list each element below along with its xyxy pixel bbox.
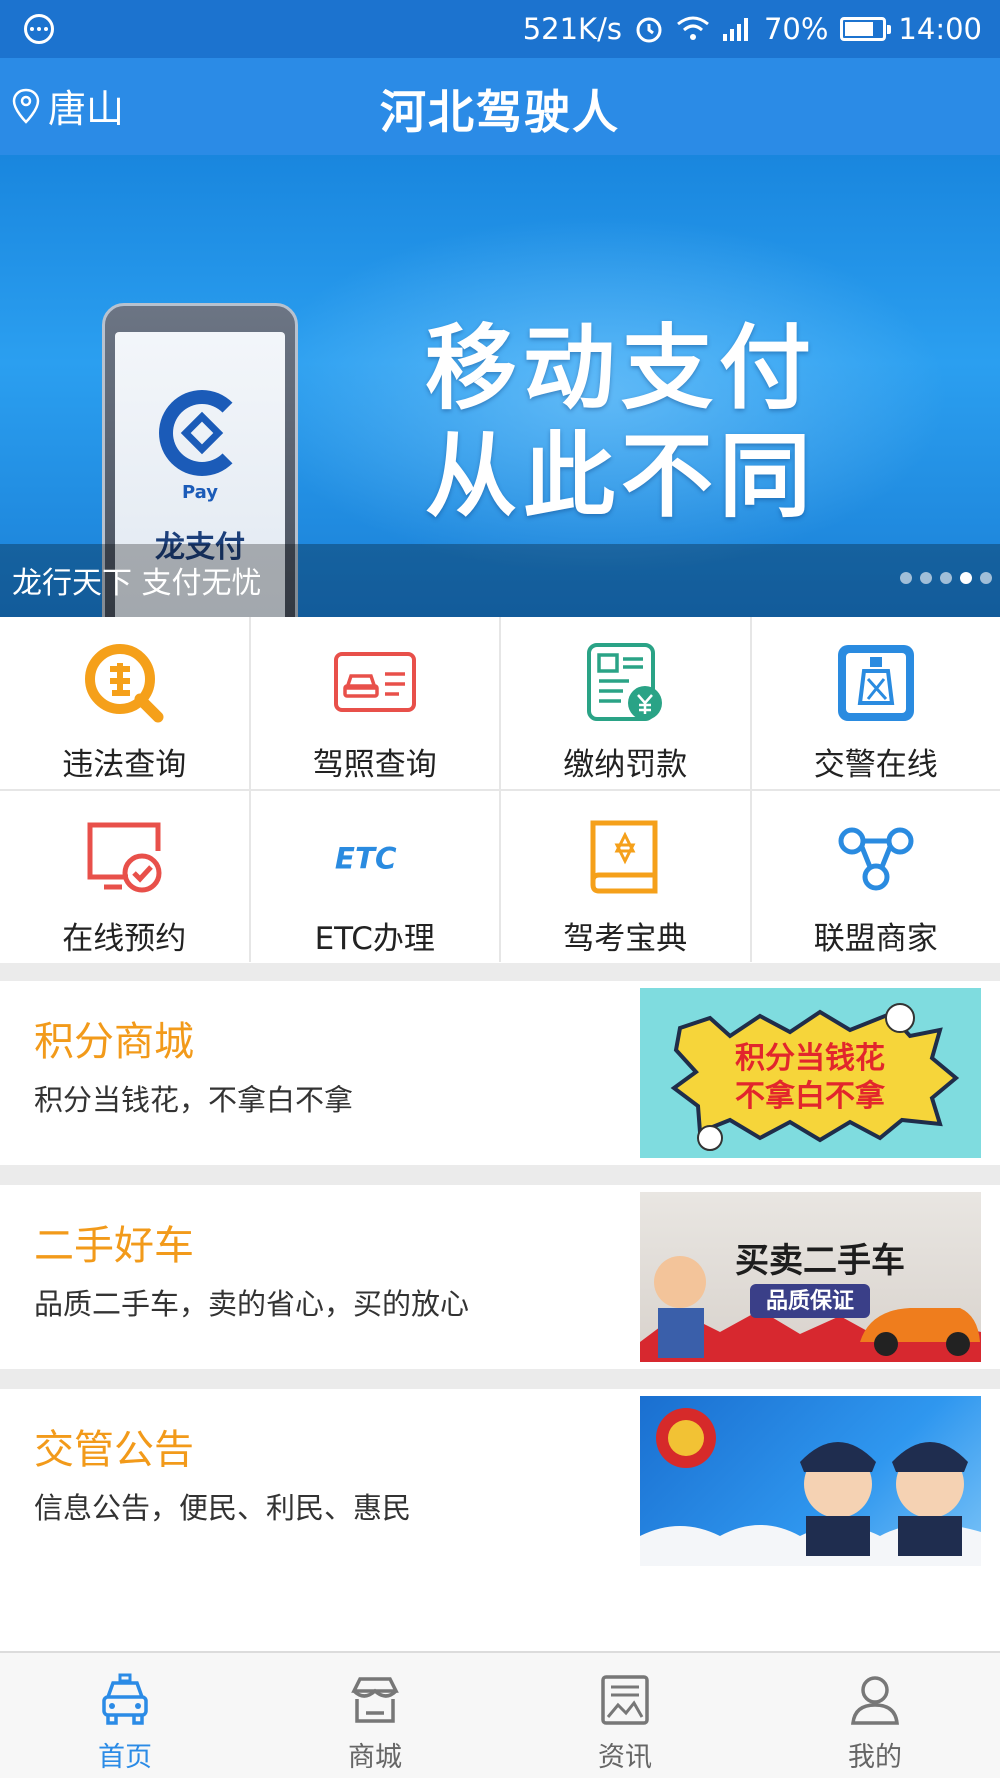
banner-headline-line2: 从此不同: [425, 423, 818, 530]
grid-item-violation-query[interactable]: 违法查询: [0, 617, 249, 789]
tab-label: 资讯: [598, 1742, 652, 1773]
tab-label: 我的: [848, 1742, 902, 1773]
license-card-icon: [331, 639, 419, 727]
grid-item-etc[interactable]: ETC ETC办理: [250, 791, 499, 963]
grid-label: 联盟商家: [813, 921, 938, 957]
promo-used-cars[interactable]: 二手好车 品质二手车，卖的省心，买的放心 买卖二手车 品质保证: [0, 1185, 1000, 1369]
section-divider: [0, 1165, 1000, 1185]
tab-profile[interactable]: 我的: [750, 1653, 1000, 1778]
etc-icon: ETC: [331, 813, 419, 901]
fine-payment-icon: [581, 639, 669, 727]
network-speed: 521K/s: [522, 12, 622, 46]
clock: 14:00: [898, 12, 982, 46]
grid-label: 违法查询: [62, 747, 187, 783]
tab-news[interactable]: 资讯: [500, 1653, 750, 1778]
carousel-dot[interactable]: [920, 572, 932, 584]
exam-book-icon: [581, 813, 669, 901]
promo-desc: 品质二手车，卖的省心，买的放心: [34, 1287, 470, 1321]
points-mall-image-line2: 不拿白不拿: [735, 1079, 885, 1114]
alliance-network-icon: [832, 813, 920, 901]
grid-label: 在线预约: [62, 921, 187, 957]
used-cars-image-line2: 品质保证: [766, 1289, 854, 1314]
promo-banner[interactable]: Pay 龙支付 移动支付 从此不同 龙行天下 支付无忧: [0, 155, 1000, 617]
carousel-dot[interactable]: [900, 572, 912, 584]
promo-title: 二手好车: [34, 1223, 194, 1269]
section-divider: [0, 1369, 1000, 1389]
app-header: 唐山 河北驾驶人: [0, 58, 1000, 155]
profile-icon: [851, 1676, 899, 1725]
tab-shop[interactable]: 商城: [250, 1653, 500, 1778]
function-grid: 违法查询 驾照查询 缴纳罚款 交警在线 在线预约 ETC ETC办理 驾考宝典 …: [0, 617, 1000, 963]
promo-desc: 积分当钱花，不拿白不拿: [34, 1083, 354, 1117]
status-indicators: 521K/s 70% 14:00: [523, 12, 982, 46]
pay-text: Pay: [181, 482, 219, 503]
grid-item-exam-book[interactable]: 驾考宝典: [501, 791, 750, 963]
banner-caption-bar: 龙行天下 支付无忧: [0, 544, 1000, 617]
section-divider: [0, 963, 1000, 981]
banner-headline: 移动支付 从此不同: [425, 315, 817, 531]
battery-percent: 70%: [763, 12, 829, 46]
tab-home[interactable]: 首页: [0, 1653, 250, 1778]
traffic-notice-image: [640, 1396, 981, 1566]
app-title: 河北驾驶人: [380, 85, 620, 139]
grid-label: 驾考宝典: [563, 921, 688, 957]
carousel-dot[interactable]: [980, 572, 992, 584]
promo-points-mall[interactable]: 积分商城 积分当钱花，不拿白不拿 积分当钱花 不拿白不拿: [0, 981, 1000, 1165]
tab-label: 首页: [98, 1742, 152, 1773]
battery-icon: [840, 17, 892, 41]
points-mall-image: 积分当钱花 不拿白不拿: [640, 988, 981, 1158]
used-cars-image-line1: 买卖二手车: [735, 1241, 905, 1281]
grid-item-fine-payment[interactable]: 缴纳罚款: [501, 617, 750, 789]
shop-icon: [351, 1677, 399, 1723]
appointment-monitor-icon: [80, 813, 168, 901]
carousel-indicator[interactable]: [900, 572, 992, 584]
banner-caption: 龙行天下 支付无忧: [12, 566, 262, 601]
status-bar: 521K/s 70% 14:00: [0, 0, 1000, 58]
points-mall-image-line1: 积分当钱花: [735, 1041, 885, 1076]
signal-icon: [722, 18, 748, 41]
grid-item-alliance-merchants[interactable]: 联盟商家: [751, 791, 1000, 963]
grid-label: ETC办理: [314, 921, 435, 957]
car-home-icon: [102, 1673, 148, 1725]
carousel-dot[interactable]: [940, 572, 952, 584]
bottom-tab-bar: 首页 商城 资讯 我的: [0, 1651, 1000, 1778]
promo-title: 交管公告: [34, 1427, 194, 1473]
grid-label: 驾照查询: [312, 747, 437, 783]
violation-query-icon: [80, 639, 168, 727]
grid-item-traffic-police[interactable]: 交警在线: [751, 617, 1000, 789]
promo-traffic-notice[interactable]: 交管公告 信息公告，便民、利民、惠民: [0, 1389, 1000, 1573]
wifi-icon: [677, 16, 709, 40]
traffic-police-icon: [832, 639, 920, 727]
grid-item-online-appointment[interactable]: 在线预约: [0, 791, 249, 963]
grid-label: 交警在线: [813, 747, 938, 783]
used-cars-image: 买卖二手车 品质保证: [640, 1192, 981, 1362]
notification-more-icon: [24, 14, 54, 44]
promo-desc: 信息公告，便民、利民、惠民: [34, 1491, 412, 1525]
carousel-dot[interactable]: [960, 572, 972, 584]
svg-text:ETC: ETC: [335, 842, 397, 876]
grid-item-license-query[interactable]: 驾照查询: [250, 617, 499, 789]
banner-headline-line1: 移动支付: [425, 315, 818, 422]
tab-label: 商城: [348, 1742, 402, 1773]
promo-title: 积分商城: [34, 1019, 194, 1065]
news-icon: [601, 1675, 649, 1725]
grid-label: 缴纳罚款: [563, 747, 688, 783]
alarm-icon: [636, 17, 662, 43]
